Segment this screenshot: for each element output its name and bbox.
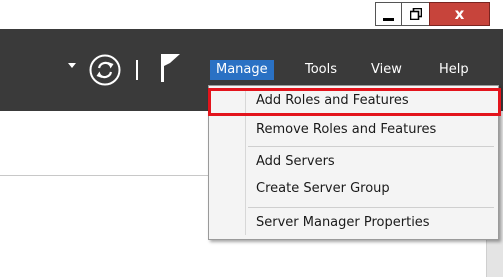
menu-item-remove-roles-and-features[interactable]: Remove Roles and Features xyxy=(248,118,488,142)
menu-separator xyxy=(248,146,494,147)
toolbar-separator xyxy=(136,60,138,80)
close-icon: x xyxy=(454,4,465,23)
menu-view[interactable]: View xyxy=(365,60,408,80)
menu-manage[interactable]: Manage xyxy=(210,60,274,80)
window-titlebar: x xyxy=(0,0,503,26)
content-divider xyxy=(0,175,209,176)
minimize-icon xyxy=(383,17,394,21)
menu-separator xyxy=(248,207,494,208)
flag-icon[interactable] xyxy=(158,52,188,84)
restore-button[interactable] xyxy=(401,2,430,26)
menu-item-create-server-group[interactable]: Create Server Group xyxy=(248,177,488,201)
menu-help[interactable]: Help xyxy=(433,60,475,80)
window-controls: x xyxy=(375,2,490,26)
menu-item-server-manager-properties[interactable]: Server Manager Properties xyxy=(248,211,488,235)
refresh-icon[interactable] xyxy=(88,53,122,87)
menu-item-add-servers[interactable]: Add Servers xyxy=(248,150,488,174)
close-button[interactable]: x xyxy=(429,2,490,26)
dropdown-caret-icon[interactable] xyxy=(68,63,76,68)
menu-tools[interactable]: Tools xyxy=(299,60,343,80)
highlight-annotation xyxy=(208,88,501,116)
restore-icon xyxy=(409,8,422,20)
minimize-button[interactable] xyxy=(375,2,402,26)
